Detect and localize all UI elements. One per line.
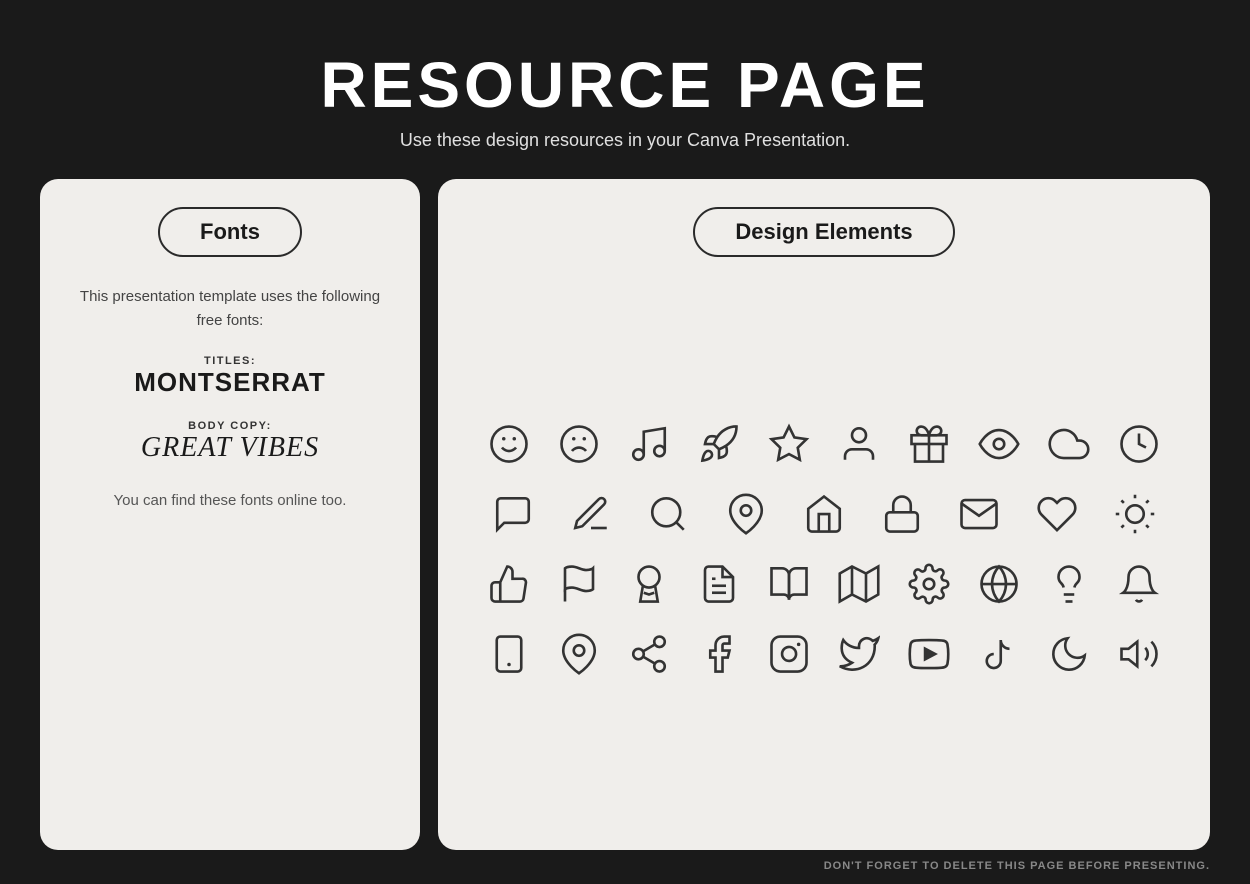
search-icon	[638, 484, 698, 544]
lock-icon	[872, 484, 932, 544]
flag-icon	[549, 554, 609, 614]
star-icon	[759, 414, 819, 474]
thumbsup-icon	[479, 554, 539, 614]
fonts-title: Fonts	[200, 219, 260, 244]
music-icon	[619, 414, 679, 474]
fonts-description: This presentation template uses the foll…	[70, 285, 390, 333]
pencil-icon	[561, 484, 621, 544]
heart-icon	[1027, 484, 1087, 544]
globe-icon	[969, 554, 1029, 614]
chat-icon	[483, 484, 543, 544]
page-header: RESOURCE PAGE Use these design resources…	[320, 0, 929, 179]
sun-icon	[1105, 484, 1165, 544]
pin-icon	[716, 484, 776, 544]
footer-note: DON'T FORGET TO DELETE THIS PAGE BEFORE …	[0, 850, 1250, 884]
bell-icon	[1109, 554, 1169, 614]
main-content: Fonts This presentation template uses th…	[0, 179, 1250, 850]
location-icon	[549, 624, 609, 684]
document-icon	[689, 554, 749, 614]
twitter-icon	[829, 624, 889, 684]
lightbulb-icon	[1039, 554, 1099, 614]
gift-icon	[899, 414, 959, 474]
design-panel: Design Elements	[438, 179, 1210, 850]
mail-icon	[949, 484, 1009, 544]
tiktok-icon	[969, 624, 1029, 684]
design-title-box: Design Elements	[693, 207, 954, 257]
home-icon	[794, 484, 854, 544]
instagram-icon	[759, 624, 819, 684]
icons-row-4	[474, 624, 1174, 684]
youtube-icon	[899, 624, 959, 684]
cloud-icon	[1039, 414, 1099, 474]
clock-icon	[1109, 414, 1169, 474]
icons-row-3	[474, 554, 1174, 614]
design-title-row: Design Elements	[474, 207, 1174, 257]
titles-font: MONTSERRAT	[134, 367, 326, 398]
smiley-icon	[479, 414, 539, 474]
map-icon	[829, 554, 889, 614]
page-subtitle: Use these design resources in your Canva…	[320, 130, 929, 151]
page-title: RESOURCE PAGE	[320, 48, 929, 122]
rocket-icon	[689, 414, 749, 474]
book-icon	[759, 554, 819, 614]
icons-row-2	[474, 484, 1174, 544]
icons-grid	[474, 275, 1174, 822]
person-icon	[829, 414, 889, 474]
titles-label: TITLES:	[204, 355, 256, 367]
footer-text: DON'T FORGET TO DELETE THIS PAGE BEFORE …	[824, 860, 1210, 872]
moon-icon	[1039, 624, 1099, 684]
megaphone-icon	[1109, 624, 1169, 684]
phone-icon	[479, 624, 539, 684]
fonts-panel: Fonts This presentation template uses th…	[40, 179, 420, 850]
design-title: Design Elements	[735, 219, 912, 244]
fonts-footer: You can find these fonts online too.	[114, 492, 347, 509]
settings-icon	[899, 554, 959, 614]
body-font: GREAT VIBES	[141, 432, 319, 464]
body-label: BODY COPY:	[188, 420, 272, 432]
trophy-icon	[619, 554, 679, 614]
eye-icon	[969, 414, 1029, 474]
fonts-title-box: Fonts	[158, 207, 302, 257]
icons-row-1	[474, 414, 1174, 474]
sad-icon	[549, 414, 609, 474]
facebook-icon	[689, 624, 749, 684]
share-icon	[619, 624, 679, 684]
